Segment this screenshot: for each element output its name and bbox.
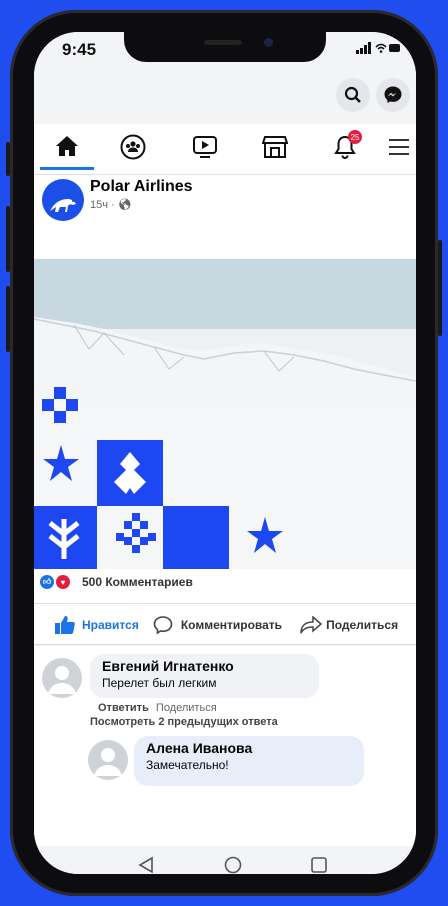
reply-link[interactable]: Ответить (98, 702, 149, 714)
page-avatar[interactable] (42, 179, 84, 221)
menu-icon[interactable] (372, 124, 416, 170)
share-icon (300, 616, 323, 634)
comment-label: Комментировать (180, 618, 283, 632)
top-action-bar (34, 72, 416, 124)
recents-icon[interactable] (310, 856, 328, 874)
love-reaction-icon: ♥ (56, 575, 70, 589)
search-icon[interactable] (336, 78, 370, 112)
comment-bubble: Евгений Игнатенко Перелет был легким (90, 654, 319, 698)
notification-badge: 25 (348, 130, 362, 144)
comment-icon (153, 616, 173, 635)
share-label: Поделиться (326, 618, 399, 632)
comment-actions: Ответить Поделиться (98, 702, 217, 714)
reply-bubble: Алена Иванова Замечательно! (134, 736, 364, 786)
marketplace-icon[interactable] (248, 124, 302, 170)
like-label: Нравится (82, 618, 139, 632)
system-nav-bar (34, 846, 416, 874)
video-icon[interactable] (178, 124, 232, 170)
comment-text: Перелет был легким (102, 676, 217, 690)
comments-count[interactable]: 500 Комментариев (82, 575, 193, 589)
post-actions: Нравится Комментировать Поделиться (34, 605, 416, 645)
comment-text: Замечательно! (146, 758, 229, 772)
notch (124, 32, 326, 62)
main-nav: 25 (34, 124, 416, 175)
page-name[interactable]: Polar Airlines (90, 178, 193, 196)
status-icons (356, 42, 402, 57)
comment-button[interactable]: Комментировать (153, 615, 282, 635)
globe-icon: 🌎︎ (117, 199, 132, 211)
share-button[interactable]: Поделиться (300, 616, 398, 634)
share-comment-link[interactable]: Поделиться (156, 702, 217, 714)
messenger-icon[interactable] (376, 78, 410, 112)
phone-screen: 9:45 25 Polar Airlines 15ч · 🌎︎ 👍︎ ♥ 500… (34, 32, 416, 874)
groups-icon[interactable] (106, 124, 160, 170)
home-icon[interactable] (40, 124, 94, 170)
volume-up-button (6, 206, 10, 272)
comments-section: Евгений Игнатенко Перелет был легким Отв… (34, 646, 416, 846)
comment-author[interactable]: Алена Иванова (146, 740, 352, 756)
view-previous-replies[interactable]: Посмотреть 2 предыдущих ответа (90, 716, 278, 728)
avatar[interactable] (42, 658, 82, 698)
post-card: Polar Airlines 15ч · 🌎︎ 👍︎ ♥ 500 Коммент… (34, 175, 416, 645)
like-reaction-icon: 👍︎ (40, 575, 54, 589)
divider (34, 644, 416, 645)
home-button-icon[interactable] (224, 856, 242, 874)
post-image[interactable] (34, 259, 416, 569)
notifications-icon[interactable]: 25 (318, 124, 372, 170)
comment-author[interactable]: Евгений Игнатенко (102, 658, 307, 674)
like-icon (55, 616, 75, 634)
volume-down-button (6, 286, 10, 352)
silent-switch (6, 142, 10, 176)
power-button (438, 240, 442, 336)
status-time: 9:45 (62, 40, 97, 59)
post-meta: 15ч · 🌎︎ (90, 199, 132, 211)
like-button[interactable]: Нравится (54, 615, 139, 635)
back-icon[interactable] (138, 856, 154, 874)
avatar[interactable] (88, 740, 128, 780)
divider (34, 603, 416, 604)
reactions-summary[interactable]: 👍︎ ♥ 500 Комментариев (40, 575, 193, 589)
